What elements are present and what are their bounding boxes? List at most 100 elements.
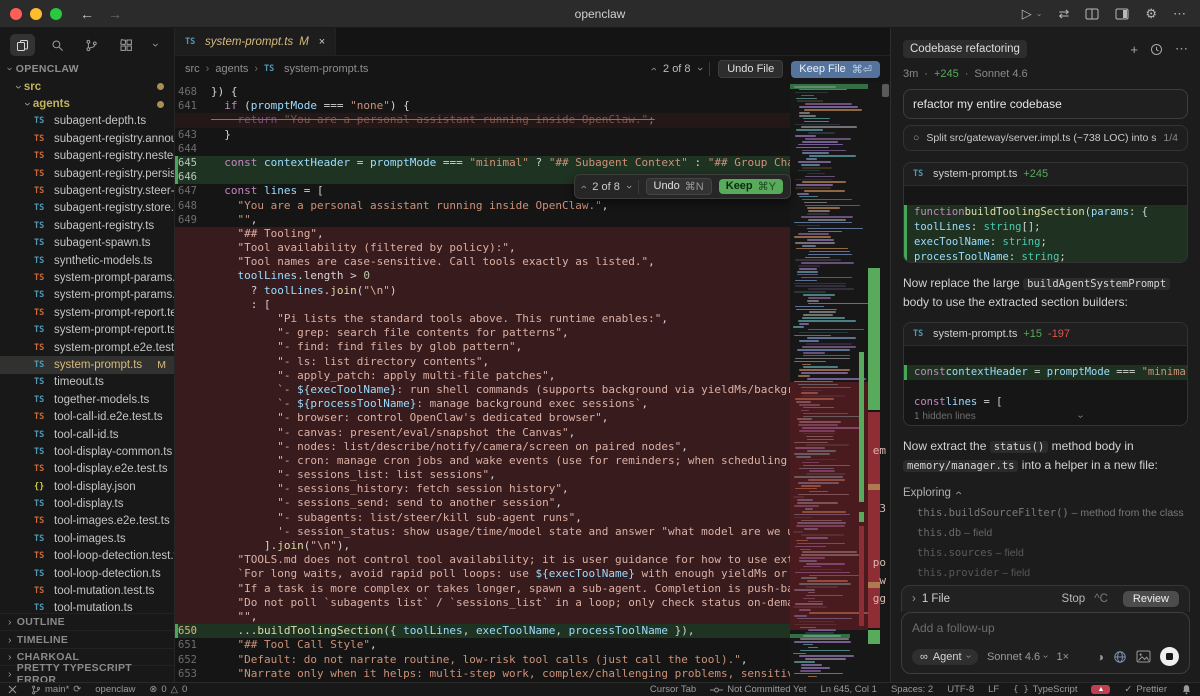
file-row[interactable]: TS system-prompt-report.ts [0,321,174,338]
stop-button[interactable]: Stop [1062,593,1086,605]
tab-system-prompt[interactable]: TS system-prompt.ts M × [175,28,337,55]
mode-selector[interactable]: ∞ Agent › [912,648,978,665]
folder-agents[interactable]: › agents [0,95,174,112]
encoding-item[interactable]: UTF-8 [947,684,974,695]
close-window-button[interactable] [10,7,22,20]
file-row[interactable]: TS together-models.ts [0,391,174,408]
code-line[interactable]: "- grep: search file contents for patter… [175,326,790,341]
diff-card-2[interactable]: TS system-prompt.ts +15 -197 const conte… [903,321,1188,426]
cursor-update-icon[interactable]: ⇄ [1058,6,1069,22]
code-line[interactable]: `- ${processToolName}: manage background… [175,397,790,412]
sidebar-section-outline[interactable]: › OUTLINE [0,613,174,630]
code-line[interactable]: "- browser: control OpenClaw's dedicated… [175,411,790,426]
minimize-window-button[interactable] [30,7,42,20]
keep-file-button[interactable]: Keep File ⌘⏎ [791,60,880,78]
close-tab-icon[interactable]: × [319,36,325,48]
breadcrumb[interactable]: src › agents › TS system-prompt.ts › 2 of … [175,56,890,82]
code-line[interactable]: 649 "", [175,213,790,227]
file-row[interactable]: TS timeout.ts [0,374,174,391]
code-line[interactable]: "Pi lists the standard tools above. This… [175,312,790,327]
file-row[interactable]: TS tool-mutation.test.ts [0,582,174,599]
next-diff-icon[interactable]: › [693,67,705,71]
more-icon[interactable]: ⋯ [1173,6,1186,22]
file-row[interactable]: TS system-prompt-params.ts [0,287,174,304]
sidebar-section-pretty-typescript-error[interactable]: › PRETTY TYPESCRIPT ERROR [0,662,174,682]
review-button[interactable]: Review [1122,591,1179,607]
code-line[interactable]: "Tool availability (filtered by policy):… [175,241,790,256]
settings-gear-icon[interactable]: ⚙ [1145,6,1157,22]
formatter-item[interactable]: ✓ Prettier [1124,684,1167,695]
file-row[interactable]: TS system-prompt.e2e.test.ts [0,339,174,356]
code-line[interactable]: "- apply_patch: apply multi-file patches… [175,368,790,383]
code-line[interactable]: "- find: find files by glob pattern", [175,340,790,355]
code-line[interactable]: "## Tooling", [175,226,790,242]
exploring-header[interactable]: Exploring › [903,487,1188,499]
code-line[interactable]: 651 "## Tool Call Style", [175,638,790,652]
code-area[interactable]: 468}) {641 if (promptMode === "none") { … [175,82,890,682]
prev-diff-icon[interactable]: › [577,185,589,189]
code-line[interactable]: 468}) { [175,85,790,99]
file-row[interactable]: TS subagent-spawn.ts [0,235,174,252]
indentation-item[interactable]: Spaces: 2 [891,684,933,695]
attach-image-icon[interactable] [1136,650,1151,663]
keep-button[interactable]: Keep ⌘Y [718,179,783,194]
workspace-status-item[interactable]: openclaw [95,684,135,695]
search-icon[interactable] [45,34,70,56]
code-line[interactable]: 641 if (promptMode === "none") { [175,99,790,113]
code-line[interactable]: toolLines.length > 0 [175,269,790,284]
workspace-root[interactable]: › OPENCLAW [0,60,174,78]
code-line[interactable]: 643 } [175,128,790,142]
code-line[interactable]: "", [175,609,790,625]
prev-diff-icon[interactable]: › [648,67,660,71]
views-chevron-icon[interactable]: › [149,34,164,56]
code-line[interactable]: "- sessions_list: list sessions", [175,468,790,483]
file-row[interactable]: TS tool-loop-detection.test.ts [0,548,174,565]
code-line[interactable]: ? toolLines.join("\n") [175,283,790,298]
file-row[interactable]: TS tool-display.ts [0,495,174,512]
source-control-icon[interactable] [79,34,104,56]
code-line[interactable]: ].join("\n"), [175,539,790,554]
forward-icon[interactable]: → [108,6,122,22]
model-selector[interactable]: Sonnet 4.6 › [987,651,1051,663]
multiplier[interactable]: 1× [1057,651,1070,663]
code-line[interactable]: : [ [175,297,790,312]
git-branch-item[interactable]: main* ⟳ [31,684,81,695]
file-row[interactable]: TS subagent-registry.store.ts [0,200,174,217]
error-extension-badge[interactable]: ▲ [1091,685,1111,694]
new-chat-icon[interactable]: + [1130,42,1138,57]
changed-files-bar[interactable]: › 1 File Stop ^C Review [901,585,1190,612]
code-line[interactable]: "- cron: manage cron jobs and wake event… [175,453,790,469]
file-row[interactable]: TS subagent-depth.ts [0,113,174,130]
remote-indicator[interactable] [8,685,17,694]
sidebar-section-timeline[interactable]: › TIMELINE [0,630,174,647]
code-line[interactable]: "- canvas: present/eval/snapshot the Can… [175,425,790,440]
code-line[interactable]: "TOOLS.md does not control tool availabi… [175,553,790,568]
split-editor-icon[interactable] [1085,8,1099,20]
follow-up-input[interactable]: Add a follow-up ∞ Agent › Sonnet 4.6 › 1×… [901,612,1190,674]
maximize-window-button[interactable] [50,7,62,20]
code-line[interactable]: 652 "Default: do not narrate routine, lo… [175,653,790,667]
code-line[interactable]: 648 "You are a personal assistant runnin… [175,199,790,213]
next-diff-icon[interactable]: › [623,185,635,189]
code-line[interactable]: "Do not poll `subagents list` / `session… [175,595,790,610]
cursor-position-item[interactable]: Ln 645, Col 1 [820,684,877,695]
minimap-scrollbar-thumb[interactable] [882,84,889,97]
diff-card-1[interactable]: TS system-prompt.ts +245 function buildT… [903,162,1188,263]
language-item[interactable]: { } TypeScript [1013,684,1077,695]
code-line[interactable]: "- subagents: list/steer/kill sub-agent … [175,510,790,525]
file-row[interactable]: TS subagent-registry.nested... [0,148,174,165]
code-line[interactable]: '- session_status: show usage/time/model… [175,524,790,539]
code-line[interactable]: 650 ...buildToolingSection({ toolLines, … [175,624,790,639]
file-row[interactable]: TS system-prompt.ts M [0,356,174,374]
code-line[interactable]: "- sessions_history: fetch session histo… [175,482,790,497]
sync-icon[interactable]: ⟳ [73,684,81,695]
file-row[interactable]: TS tool-call-id.ts [0,426,174,443]
run-dropdown-icon[interactable]: ⌄ [1036,9,1043,18]
code-line[interactable]: `For long waits, avoid rapid poll loops:… [175,567,790,582]
expand-files-icon[interactable]: › [912,593,916,605]
extensions-icon[interactable] [114,34,139,56]
code-line[interactable]: 653 "Narrate only when it helps: multi-s… [175,667,790,681]
file-row[interactable]: TS tool-call-id.e2e.test.ts [0,408,174,425]
notifications-bell[interactable] [1181,684,1192,695]
chat-title-tab[interactable]: Codebase refactoring [903,40,1027,58]
